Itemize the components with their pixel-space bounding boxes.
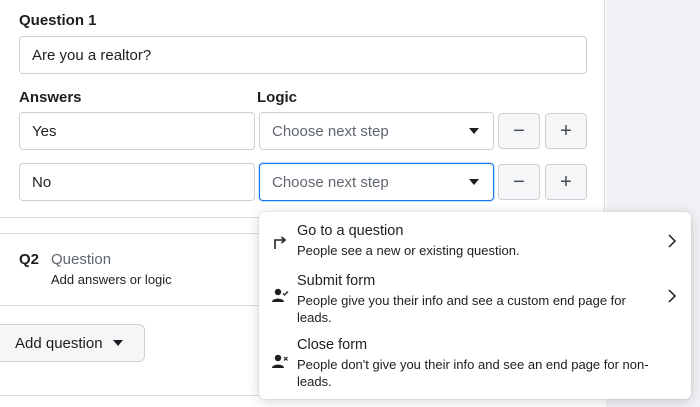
answer-2-remove-button[interactable]: −	[498, 164, 540, 200]
answer-1-add-button[interactable]: +	[545, 113, 587, 149]
menu-item-close-form[interactable]: Close form People don't give you their i…	[259, 336, 691, 394]
question-1-input[interactable]: Are you a realtor?	[19, 36, 587, 74]
answer-2-input[interactable]: No	[19, 163, 255, 201]
answer-2-logic-placeholder: Choose next step	[272, 173, 389, 191]
question-2-subtitle: Add answers or logic	[51, 272, 172, 287]
question-2-title: Question	[51, 251, 112, 268]
answer-1-remove-button[interactable]: −	[498, 113, 540, 149]
answer-2-add-button[interactable]: +	[545, 164, 587, 200]
chevron-right-icon	[668, 289, 677, 303]
caret-down-icon	[112, 340, 123, 346]
next-step-menu: Go to a question People see a new or exi…	[259, 212, 691, 399]
menu-item-submit-form[interactable]: Submit form People give you their info a…	[259, 270, 691, 328]
answer-1-logic-placeholder: Choose next step	[272, 122, 389, 140]
menu-item-go-to-question[interactable]: Go to a question People see a new or exi…	[259, 220, 691, 266]
question-1-label: Question 1	[19, 12, 97, 29]
menu-item-description: People see a new or existing question.	[297, 243, 520, 258]
add-question-label: Add question	[15, 334, 103, 352]
question-2-number: Q2	[19, 251, 40, 268]
add-question-button[interactable]: Add question	[0, 324, 145, 362]
caret-down-icon	[469, 128, 479, 134]
answers-header: Answers	[19, 89, 82, 106]
caret-down-icon	[469, 179, 479, 185]
menu-item-title: Go to a question	[297, 223, 404, 239]
answer-2-logic-select[interactable]: Choose next step	[259, 163, 494, 201]
answer-1-logic-select[interactable]: Choose next step	[259, 112, 494, 150]
menu-item-description: People don't give you their info and see…	[297, 357, 649, 389]
menu-item-title: Submit form	[297, 273, 376, 289]
chevron-right-icon	[668, 234, 677, 248]
menu-item-description: People give you their info and see a cus…	[297, 293, 626, 325]
menu-item-title: Close form	[297, 337, 368, 353]
answer-1-input[interactable]: Yes	[19, 112, 255, 150]
logic-header: Logic	[257, 89, 297, 106]
arrow-turn-icon	[274, 236, 287, 249]
person-x-icon	[272, 354, 288, 368]
person-check-icon	[272, 288, 289, 302]
